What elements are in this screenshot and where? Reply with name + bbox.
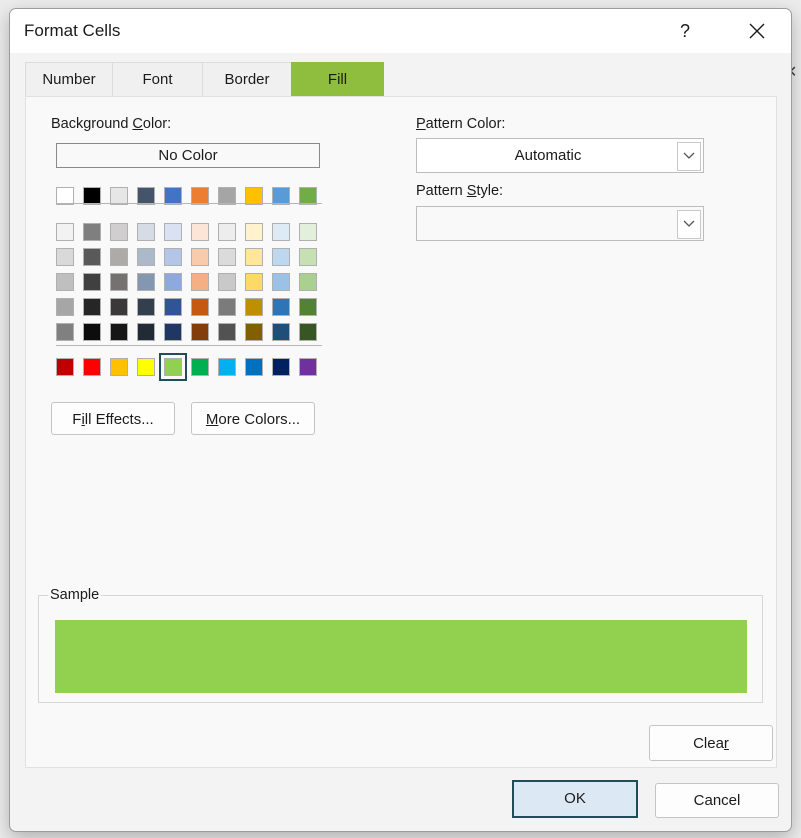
theme-shade-swatch[interactable] [137,248,155,266]
pattern-color-arrow[interactable] [677,142,701,171]
chevron-down-icon [683,152,695,159]
theme-shade-swatch[interactable] [83,248,101,266]
format-cells-dialog: Format Cells ? Number Font Border Fill B… [9,8,792,832]
sample-label: Sample [48,587,102,603]
theme-shade-swatch[interactable] [137,323,155,341]
theme-shade-swatch[interactable] [245,298,263,316]
standard-color-swatch[interactable] [218,358,236,376]
theme-shade-swatch[interactable] [272,248,290,266]
fill-effects-button[interactable]: Fill Effects... [51,402,175,435]
no-color-button[interactable]: No Color [56,143,320,168]
theme-shade-swatch[interactable] [56,223,74,241]
theme-shade-swatch[interactable] [272,223,290,241]
theme-shade-swatch[interactable] [218,323,236,341]
tab-border[interactable]: Border [202,62,292,97]
theme-shade-swatch[interactable] [137,298,155,316]
dialog-title: Format Cells [24,21,121,40]
theme-shade-swatch[interactable] [137,273,155,291]
theme-shade-swatch[interactable] [218,273,236,291]
standard-color-swatch[interactable] [110,358,128,376]
tab-number[interactable]: Number [25,62,113,97]
theme-shade-swatch[interactable] [191,273,209,291]
theme-shade-swatch[interactable] [245,248,263,266]
theme-shade-swatch[interactable] [56,248,74,266]
clear-button[interactable]: Clear [649,725,773,761]
theme-shade-swatch[interactable] [272,298,290,316]
theme-shade-swatch[interactable] [191,248,209,266]
theme-shade-swatch[interactable] [110,248,128,266]
theme-shade-swatch[interactable] [299,323,317,341]
theme-shade-swatch[interactable] [110,323,128,341]
theme-shade-swatch[interactable] [299,223,317,241]
standard-color-swatch[interactable] [83,358,101,376]
theme-shade-swatch[interactable] [245,273,263,291]
pattern-color-label: Pattern Color: [416,116,506,132]
cancel-button[interactable]: Cancel [655,783,779,818]
pattern-style-dropdown[interactable] [416,206,704,241]
standard-color-swatch[interactable] [159,353,187,381]
standard-color-swatch[interactable] [272,358,290,376]
theme-shade-swatch[interactable] [245,223,263,241]
theme-shade-swatch[interactable] [83,273,101,291]
theme-shade-swatch[interactable] [164,223,182,241]
theme-shade-swatch[interactable] [191,298,209,316]
theme-shade-swatch[interactable] [164,323,182,341]
pattern-color-value: Automatic [514,147,582,164]
sample-group: Sample [38,587,763,703]
theme-shade-swatch[interactable] [83,223,101,241]
pattern-color-dropdown[interactable]: Automatic [416,138,704,173]
tab-font[interactable]: Font [112,62,203,97]
theme-shade-swatch[interactable] [299,248,317,266]
theme-shade-swatch[interactable] [191,223,209,241]
theme-shade-swatch[interactable] [245,323,263,341]
theme-shade-swatch[interactable] [164,248,182,266]
theme-shade-swatch[interactable] [299,273,317,291]
standard-color-swatch[interactable] [299,358,317,376]
theme-shade-swatch[interactable] [110,273,128,291]
chevron-down-icon [683,220,695,227]
fill-panel: Background Color: No Color Fill Effects.… [25,96,777,768]
more-colors-button[interactable]: More Colors... [191,402,315,435]
title-bar: Format Cells ? [10,9,791,53]
pattern-style-value [417,207,679,240]
pattern-style-label: Pattern Style: [416,183,504,199]
theme-shade-swatch[interactable] [83,323,101,341]
tab-fill[interactable]: Fill [291,62,384,97]
theme-shade-swatch[interactable] [218,298,236,316]
background-color-label: Background Color: [51,116,172,132]
theme-shade-swatch[interactable] [164,298,182,316]
ok-button[interactable]: OK [512,780,638,818]
standard-color-swatch[interactable] [137,358,155,376]
theme-shade-swatch[interactable] [110,298,128,316]
close-icon [749,23,765,39]
standard-color-swatch[interactable] [191,358,209,376]
theme-shade-swatch[interactable] [299,298,317,316]
help-button[interactable]: ? [660,13,710,49]
theme-shade-swatch[interactable] [218,248,236,266]
theme-shade-swatch[interactable] [56,273,74,291]
theme-shade-swatch[interactable] [110,223,128,241]
palette-divider-1 [56,203,322,204]
theme-shade-swatch[interactable] [56,323,74,341]
theme-shade-swatch[interactable] [272,273,290,291]
standard-color-swatch[interactable] [245,358,263,376]
theme-shade-swatch[interactable] [191,323,209,341]
theme-shade-swatch[interactable] [218,223,236,241]
theme-shade-swatch[interactable] [164,273,182,291]
theme-shade-swatch[interactable] [83,298,101,316]
standard-color-swatch[interactable] [56,358,74,376]
theme-shade-swatch[interactable] [272,323,290,341]
palette-divider-2 [56,345,322,346]
theme-shade-swatch[interactable] [56,298,74,316]
sample-preview [55,620,747,693]
pattern-style-arrow[interactable] [677,210,701,239]
close-button[interactable] [732,13,782,49]
theme-shade-swatch[interactable] [137,223,155,241]
